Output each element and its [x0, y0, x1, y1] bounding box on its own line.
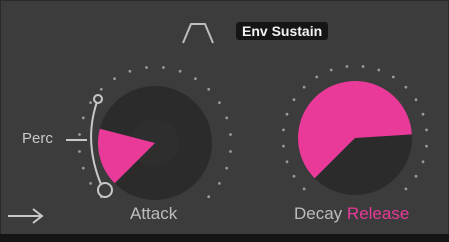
knob-tick: [78, 150, 81, 153]
knob-tick: [178, 69, 182, 73]
knob-tick: [218, 101, 221, 104]
knob-tick: [285, 112, 289, 116]
env-sustain-badge[interactable]: Env Sustain: [236, 22, 329, 40]
envelope-shape-icon[interactable]: [182, 23, 214, 44]
knob-tick: [128, 69, 132, 73]
knob-tick: [162, 66, 165, 69]
knob-tick: [207, 87, 211, 91]
knob-tick: [414, 174, 418, 178]
knob-tick: [302, 85, 306, 89]
knob-tick: [225, 166, 229, 170]
knob-tick: [99, 87, 103, 91]
decay-release-label: Decay Release: [294, 204, 409, 224]
knob-tick: [414, 98, 418, 102]
knob-tick: [207, 195, 211, 199]
knob-tick: [421, 112, 425, 116]
knob-tick: [89, 101, 92, 104]
knob-tick: [345, 65, 349, 68]
knob-tick: [229, 150, 232, 153]
perc-label: Perc: [22, 130, 53, 147]
knob-tick: [145, 66, 148, 69]
knob-tick: [421, 160, 425, 164]
knob-tick: [329, 68, 333, 72]
knob-tick: [113, 77, 116, 80]
knob-tick: [282, 144, 285, 148]
knob-tick: [285, 160, 289, 164]
knob-tick: [404, 85, 408, 89]
knob-tick: [361, 65, 365, 68]
perc-handle-top[interactable]: [93, 94, 103, 104]
knob-tick: [292, 174, 296, 178]
release-label[interactable]: Release: [347, 204, 409, 223]
knob-tick: [302, 187, 306, 191]
knob-tick: [78, 133, 81, 136]
attack-label: Attack: [130, 204, 178, 223]
knob-tick: [292, 98, 296, 102]
decay-label[interactable]: Decay: [294, 204, 342, 223]
knob-tick: [315, 75, 319, 79]
knob-tick: [282, 128, 285, 132]
right-arrow-icon[interactable]: [8, 208, 44, 224]
knob-tick: [377, 68, 381, 72]
knob-tick: [404, 187, 408, 191]
knob-tick: [218, 182, 221, 185]
knob-tick: [425, 128, 428, 132]
knob-tick: [194, 77, 197, 80]
knob-tick: [225, 116, 229, 120]
knob-tick: [425, 144, 428, 148]
envelope-panel: Env Sustain Perc Attack Decay Release: [0, 0, 449, 242]
perc-handle-bottom[interactable]: [97, 182, 113, 198]
knob-tick: [81, 116, 85, 120]
knob-tick: [81, 166, 85, 170]
knob-tick: [229, 133, 232, 136]
knob-tick: [89, 182, 92, 185]
knob-tick: [391, 75, 395, 79]
